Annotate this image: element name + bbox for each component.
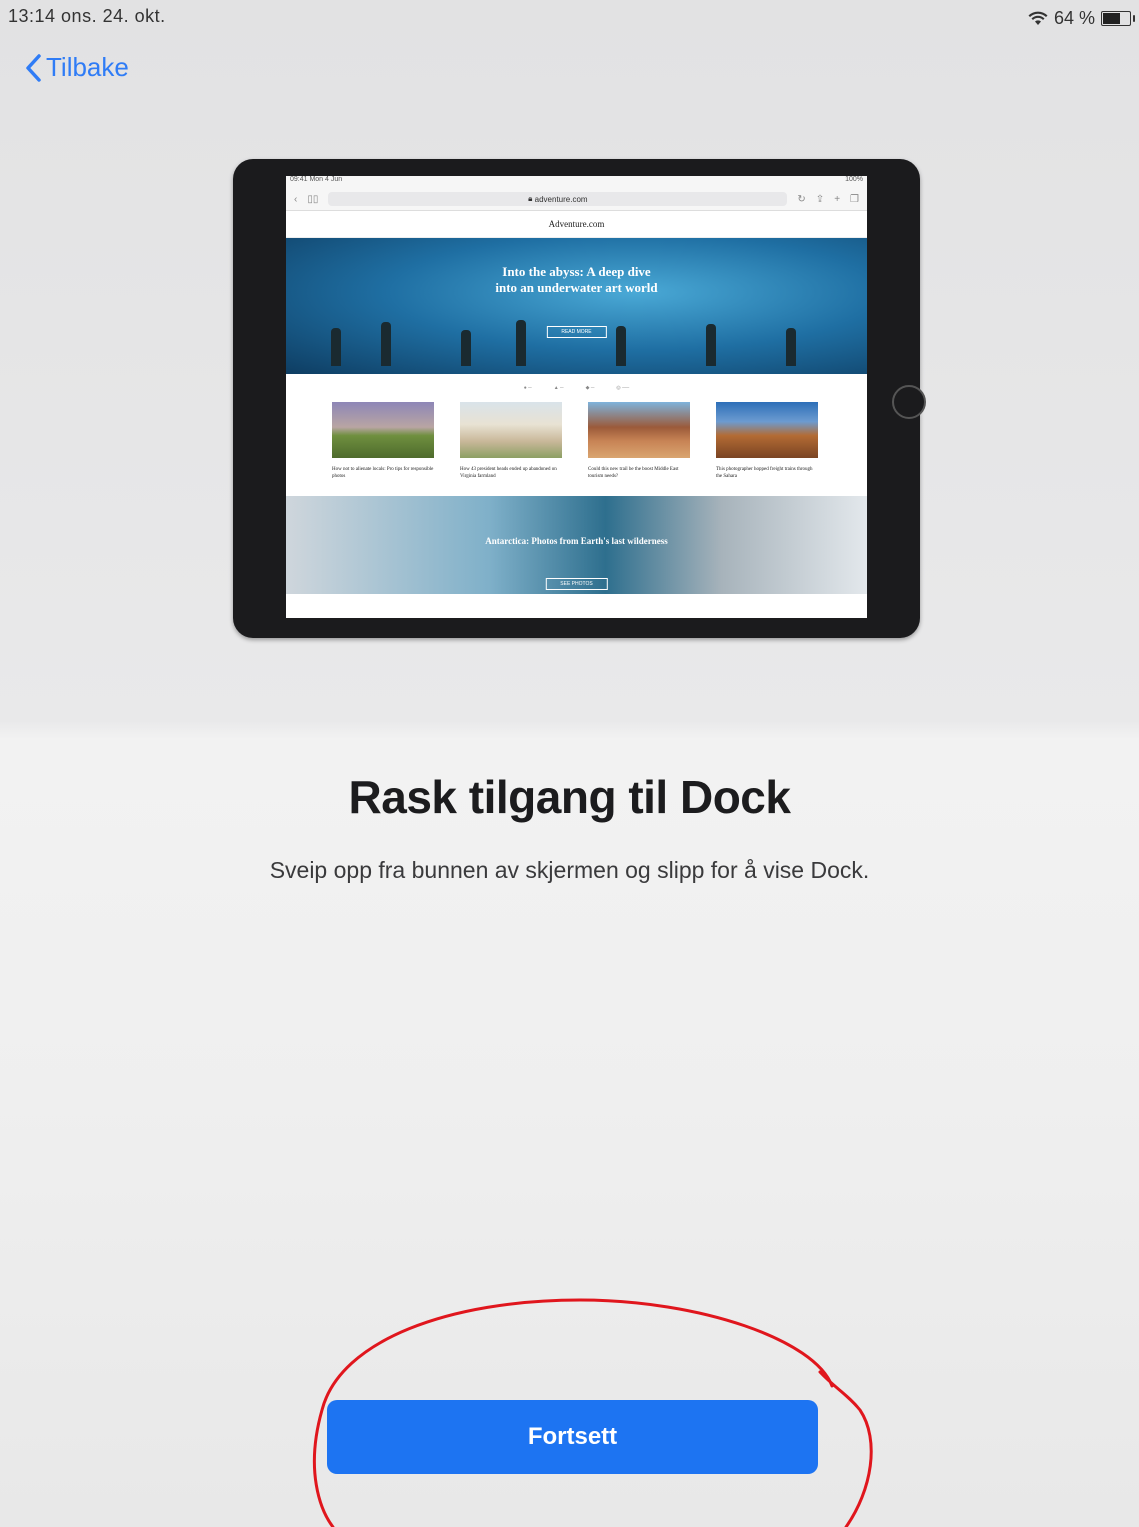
illustration-categories: ● ─ ▲ ─ ◆ ─ ◎ ── xyxy=(286,374,867,402)
status-right: 64 % xyxy=(1028,8,1135,29)
category-dot: ● ─ xyxy=(523,385,532,391)
statue-figure xyxy=(381,322,391,366)
illustration-add-tab-icon: + xyxy=(834,193,841,205)
back-button[interactable]: Tilbake xyxy=(24,52,129,83)
illustration-site-name: Adventure.com xyxy=(548,219,605,229)
card-title: Could this new trail be the boost Middle… xyxy=(588,467,679,479)
illustration-url-bar: 🔒︎ adventure.com xyxy=(328,192,788,206)
card-image xyxy=(588,402,690,458)
back-label: Tilbake xyxy=(46,52,129,82)
statue-figure xyxy=(331,328,341,366)
statue-figure xyxy=(616,326,626,366)
status-bar: 13:14 ons. 24. okt. 64 % xyxy=(0,0,1139,36)
illustration-browser-toolbar: ‹ ▯▯ 🔒︎ adventure.com ↻ ⇪ + ❐ xyxy=(286,188,867,211)
status-time-date: 13:14 ons. 24. okt. xyxy=(8,6,166,26)
illustration-card: This photographer hopped freight trains … xyxy=(716,402,818,496)
banner-button: SEE PHOTOS xyxy=(545,578,608,590)
illustration-tabs-icon: ❐ xyxy=(850,193,859,205)
illustration-status-bar: 09:41 Mon 4 Jun 100% xyxy=(286,176,867,188)
statue-figure xyxy=(786,328,796,366)
illustration-reload-icon: ↻ xyxy=(797,193,806,205)
illustration-time: 09:41 Mon 4 Jun xyxy=(290,176,343,183)
category-dot: ◎ ── xyxy=(616,385,630,391)
category-dot: ▲ ─ xyxy=(553,385,564,391)
illustration-card: How not to alienate locals: Pro tips for… xyxy=(332,402,434,496)
card-image xyxy=(460,402,562,458)
card-title: How 43 president heads ended up abandone… xyxy=(460,467,557,479)
illustration-url: adventure.com xyxy=(534,194,588,204)
hero-title-line-2: into an underwater art world xyxy=(495,280,658,295)
illustration-back-icon: ‹ xyxy=(294,193,298,205)
category-dot: ◆ ─ xyxy=(585,385,595,391)
battery-icon xyxy=(1101,11,1135,26)
illustration-share-icon: ⇪ xyxy=(815,193,825,205)
ipad-screen: 09:41 Mon 4 Jun 100% ‹ ▯▯ 🔒︎ adventure.c… xyxy=(286,176,867,618)
wifi-icon xyxy=(1028,11,1048,25)
statue-figure xyxy=(461,330,471,366)
card-title: This photographer hopped freight trains … xyxy=(716,467,813,479)
illustration-card: How 43 president heads ended up abandone… xyxy=(460,402,562,496)
hero-title-line-1: Into the abyss: A deep dive xyxy=(502,264,651,279)
illustration-hero-title: Into the abyss: A deep dive into an unde… xyxy=(286,264,867,296)
illustration-hero-button: READ MORE xyxy=(546,326,607,338)
ipad-illustration: 09:41 Mon 4 Jun 100% ‹ ▯▯ 🔒︎ adventure.c… xyxy=(233,159,926,638)
chevron-left-icon xyxy=(26,53,41,82)
page-subtitle: Sveip opp fra bunnen av skjermen og slip… xyxy=(269,857,870,883)
card-image xyxy=(332,402,434,458)
banner-title: Antarctica: Photos from Earth's last wil… xyxy=(485,536,668,546)
statue-figure xyxy=(516,320,526,366)
illustration-site-header: Adventure.com xyxy=(286,211,867,238)
statue-figure xyxy=(706,324,716,366)
home-button-illustration xyxy=(892,385,926,419)
card-title: How not to alienate locals: Pro tips for… xyxy=(332,467,434,479)
illustration-antarctica-banner: Antarctica: Photos from Earth's last wil… xyxy=(286,496,867,594)
continue-button[interactable]: Fortsett xyxy=(327,1400,818,1474)
page-title: Rask tilgang til Dock xyxy=(348,771,791,823)
battery-percent: 64 % xyxy=(1053,8,1095,28)
card-image xyxy=(716,402,818,458)
illustration-card: Could this new trail be the boost Middle… xyxy=(588,402,690,496)
illustration-cards: How not to alienate locals: Pro tips for… xyxy=(286,402,867,496)
illustration-bookmarks-icon: ▯▯ xyxy=(307,193,319,205)
illustration-hero: Into the abyss: A deep dive into an unde… xyxy=(286,238,867,374)
illustration-battery: 100% xyxy=(845,176,863,183)
